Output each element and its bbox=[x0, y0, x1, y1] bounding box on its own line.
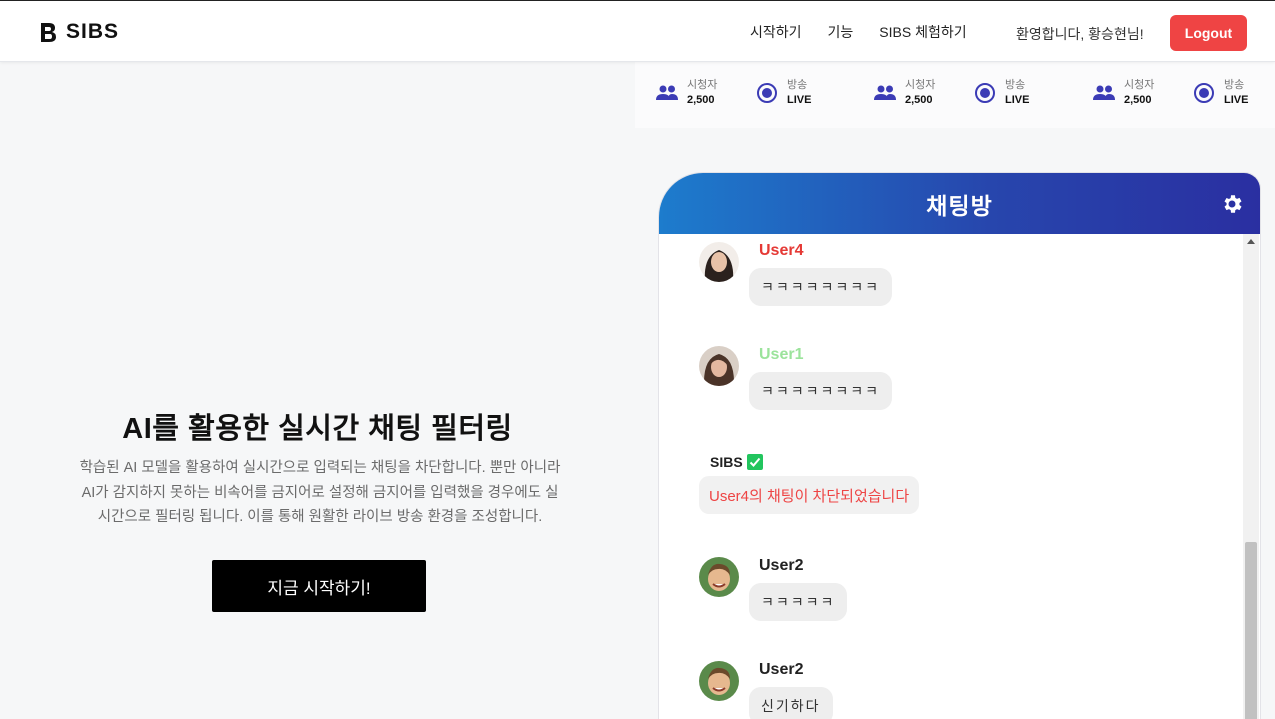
viewers-value: 2,500 bbox=[687, 94, 715, 106]
hero-description-line: AI가 감지하지 못하는 비속어를 금지어로 설정해 금지어를 입력했을 경우에… bbox=[81, 484, 559, 501]
scroll-up-arrow-icon[interactable] bbox=[1243, 238, 1259, 248]
viewers-label: 시청자 bbox=[687, 79, 718, 91]
broadcast-label: 방송 bbox=[787, 79, 808, 91]
gear-icon bbox=[1224, 195, 1242, 213]
avatar bbox=[699, 242, 739, 282]
brand-name: SIBS bbox=[66, 20, 120, 43]
sibs-logo-icon bbox=[41, 23, 56, 42]
main-nav: 시작하기 기능 SIBS 체험하기 bbox=[750, 22, 967, 42]
chat-header: 채팅방 bbox=[659, 173, 1260, 234]
nav-try-sibs[interactable]: SIBS 체험하기 bbox=[879, 22, 966, 42]
people-icon bbox=[1092, 81, 1116, 105]
broadcast-value: LIVE bbox=[1005, 94, 1030, 106]
viewers-label: 시청자 bbox=[1124, 79, 1155, 91]
broadcast-stat: 방송 LIVE bbox=[973, 78, 1029, 108]
broadcast-value: LIVE bbox=[1224, 94, 1249, 106]
chat-scrollbar[interactable] bbox=[1243, 234, 1259, 719]
broadcast-label: 방송 bbox=[1005, 79, 1026, 91]
viewers-stat: 시청자 2,500 bbox=[873, 78, 935, 108]
chat-title: 채팅방 bbox=[926, 192, 993, 219]
people-icon bbox=[655, 81, 679, 105]
hero-description-line: 시간으로 필터링 됩니다. 이를 통해 원활한 라이브 방송 환경을 조성합니다… bbox=[97, 509, 543, 525]
live-radio-icon bbox=[755, 81, 779, 105]
broadcast-stat: 방송 LIVE bbox=[755, 78, 811, 108]
top-navbar: SIBS 시작하기 기능 SIBS 체험하기 환영합니다, 황승현님! Logo… bbox=[0, 0, 1275, 62]
broadcast-label: 방송 bbox=[1224, 79, 1245, 91]
system-name: SIBS bbox=[710, 454, 743, 470]
message-username: User2 bbox=[759, 557, 804, 574]
logout-button[interactable]: Logout bbox=[1170, 15, 1247, 51]
message-username: User2 bbox=[759, 661, 804, 678]
message-bubble: ㅋㅋㅋㅋㅋㅋㅋㅋ bbox=[749, 372, 893, 410]
message-bubble: ㅋㅋㅋㅋㅋ bbox=[749, 583, 848, 621]
stat-card: 시청자 2,500 방송 LIVE bbox=[1092, 62, 1275, 128]
stat-card: 시청자 2,500 방송 LIVE bbox=[655, 62, 865, 128]
avatar bbox=[699, 557, 739, 597]
start-now-button[interactable]: 지금 시작하기! bbox=[212, 560, 426, 612]
blocked-notice: User4의 채팅이 차단되었습니다 bbox=[699, 476, 920, 514]
hero-description-line: 학습된 AI 모델을 활용하여 실시간으로 입력되는 채팅을 차단합니다. 뿐만… bbox=[79, 460, 561, 476]
broadcast-value: LIVE bbox=[787, 94, 812, 106]
system-username: SIBS bbox=[710, 454, 763, 470]
avatar bbox=[699, 346, 739, 386]
live-radio-icon bbox=[1192, 81, 1216, 105]
stat-card: 시청자 2,500 방송 LIVE bbox=[873, 62, 1083, 128]
hero-title: AI를 활용한 실시간 채팅 필터링 bbox=[122, 413, 513, 445]
chat-settings-button[interactable] bbox=[1220, 192, 1244, 216]
people-icon bbox=[873, 81, 897, 105]
message-bubble: ㅋㅋㅋㅋㅋㅋㅋㅋ bbox=[749, 268, 893, 306]
hero-description: 학습된 AI 모델을 활용하여 실시간으로 입력되는 채팅을 차단합니다. 뿐만… bbox=[30, 456, 610, 530]
message-bubble: 신기하다 bbox=[749, 687, 833, 719]
message-username: User1 bbox=[759, 346, 804, 363]
chat-messages[interactable]: User4 ㅋㅋㅋㅋㅋㅋㅋㅋ User1 ㅋㅋㅋㅋㅋㅋㅋㅋ SIBS User4… bbox=[659, 234, 1260, 719]
broadcast-stat: 방송 LIVE bbox=[1192, 78, 1248, 108]
nav-features[interactable]: 기능 bbox=[828, 22, 854, 42]
viewers-value: 2,500 bbox=[1124, 94, 1152, 106]
stats-strip: 시청자 2,500 방송 LIVE 시청자 2,500 방송 LIVE 시청자 … bbox=[635, 62, 1275, 128]
page: SIBS 시작하기 기능 SIBS 체험하기 환영합니다, 황승현님! Logo… bbox=[0, 0, 1275, 719]
chat-room: 채팅방 User4 ㅋㅋㅋㅋㅋㅋㅋㅋ User1 ㅋㅋㅋㅋㅋㅋㅋㅋ SIBS U… bbox=[659, 173, 1260, 719]
scroll-thumb[interactable] bbox=[1245, 542, 1257, 719]
welcome-text: 환영합니다, 황승현님! bbox=[1016, 26, 1144, 42]
live-radio-icon bbox=[973, 81, 997, 105]
avatar bbox=[699, 661, 739, 701]
message-username: User4 bbox=[759, 242, 804, 259]
nav-start[interactable]: 시작하기 bbox=[750, 22, 802, 42]
header-top-border bbox=[0, 0, 1275, 1]
brand[interactable]: SIBS bbox=[38, 20, 119, 44]
viewers-stat: 시청자 2,500 bbox=[655, 78, 717, 108]
viewers-stat: 시청자 2,500 bbox=[1092, 78, 1154, 108]
viewers-label: 시청자 bbox=[905, 79, 936, 91]
check-icon bbox=[746, 454, 763, 470]
viewers-value: 2,500 bbox=[905, 94, 933, 106]
